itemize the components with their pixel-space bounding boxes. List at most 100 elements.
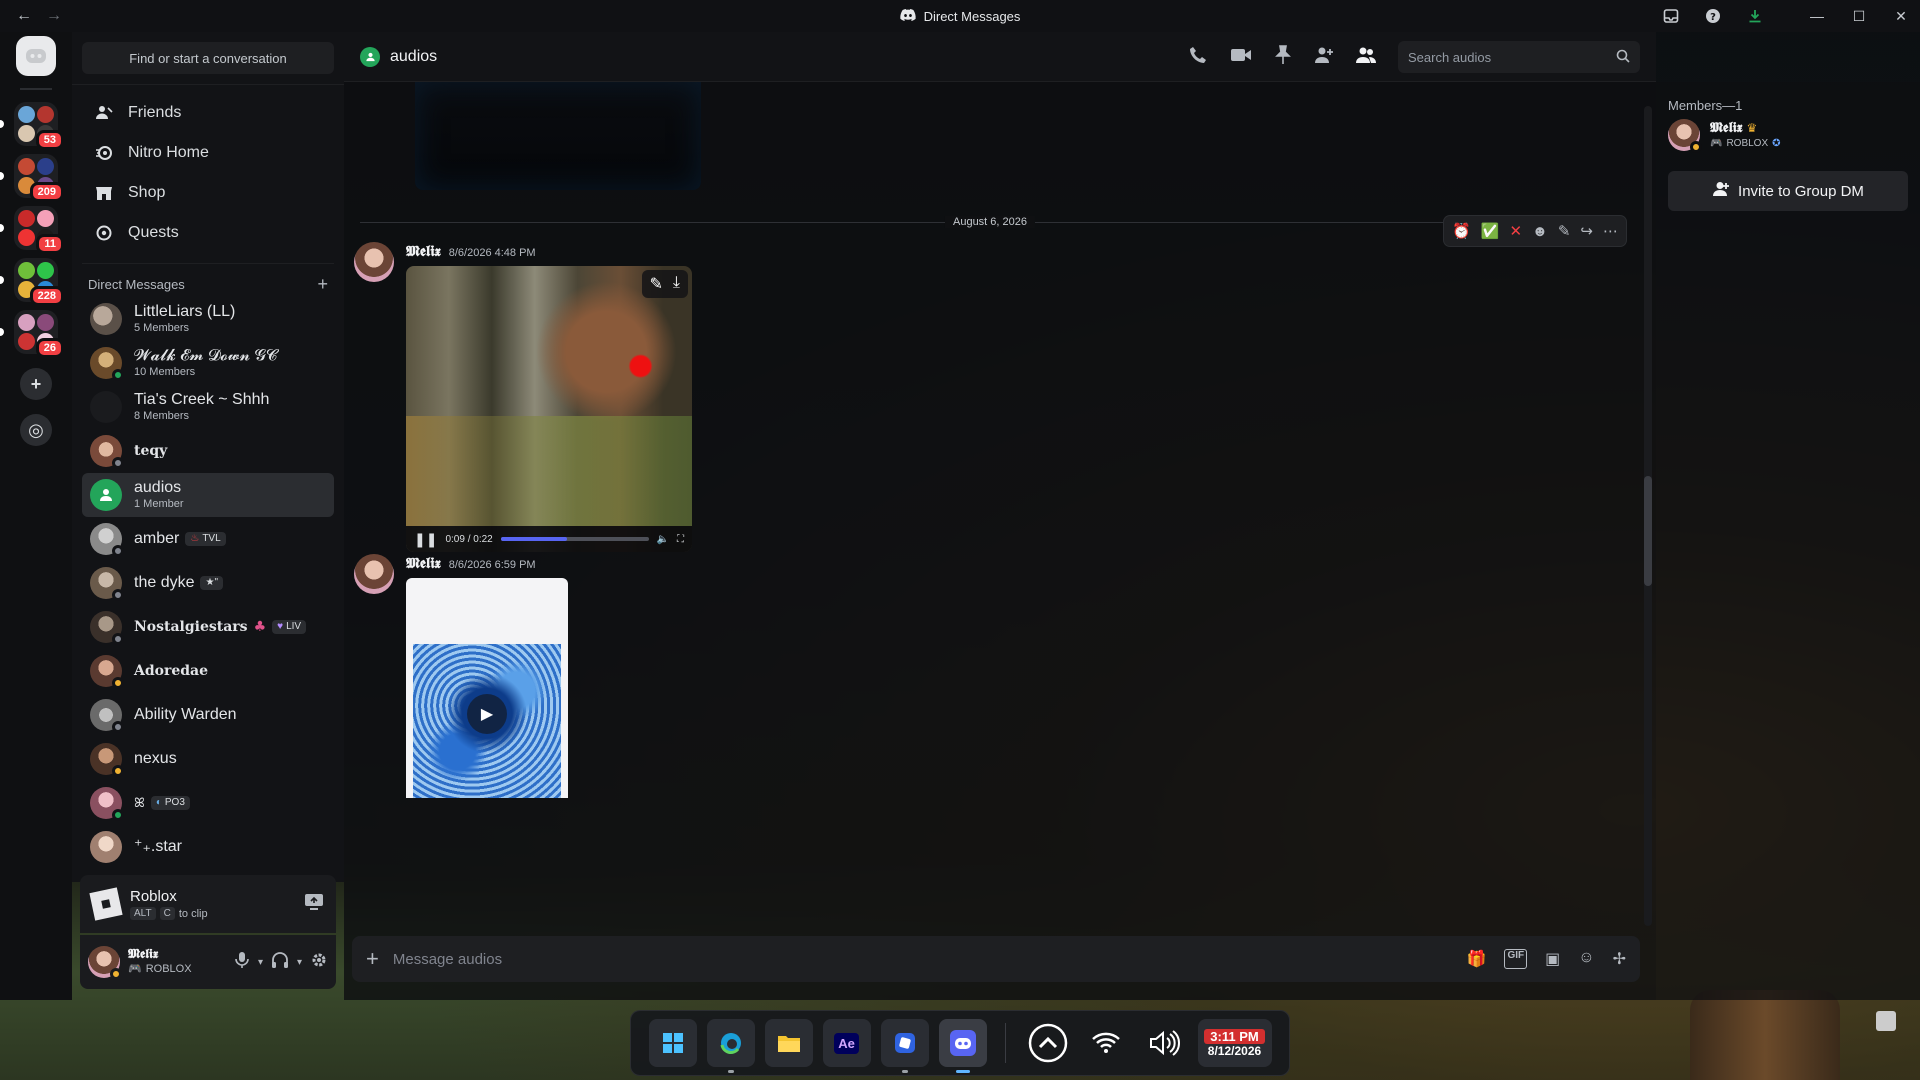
server-folder-5[interactable]: 26	[0, 310, 64, 358]
sticker-icon[interactable]: ▣	[1545, 949, 1560, 969]
cross-mark-icon[interactable]: ✕	[1509, 222, 1522, 240]
video-call-icon[interactable]	[1230, 46, 1252, 69]
find-conversation-button[interactable]: Find or start a conversation	[82, 42, 334, 74]
download-icon[interactable]	[1746, 7, 1764, 25]
chevron-down-icon[interactable]: ▾	[297, 957, 302, 968]
scrollbar-thumb[interactable]	[1644, 476, 1652, 586]
video-attachment[interactable]: ✎ ⤓ ❚❚ 0:09 / 0:22 🔈 ⛶	[406, 266, 692, 552]
microphone-icon[interactable]	[234, 951, 250, 974]
server-folder-2[interactable]: 209	[0, 154, 64, 202]
gear-icon[interactable]	[310, 951, 328, 974]
more-options-icon[interactable]: ⋯	[1603, 222, 1618, 240]
dm-item-nostalgiestars[interactable]: Nostalgiestars ♣ ♥ LIV	[82, 605, 334, 649]
channel-name[interactable]: audios	[390, 48, 437, 66]
author-name[interactable]: 𝕸𝖊𝖑𝖎𝖝	[406, 242, 441, 260]
search-input[interactable]: Search audios	[1398, 41, 1640, 73]
create-dm-button[interactable]: +	[317, 274, 334, 295]
show-desktop-button[interactable]	[1876, 1011, 1896, 1031]
discord-icon[interactable]	[938, 1019, 987, 1073]
pin-icon[interactable]	[1274, 44, 1292, 70]
dm-item-ability-warden[interactable]: Ability Warden	[82, 693, 334, 737]
dm-name: 𝓦𝓪𝓵𝓴 𝓔𝓶 𝓓𝓸𝔀𝓷 𝓖𝓒	[134, 347, 278, 365]
app-icon[interactable]	[880, 1019, 929, 1073]
member-list-icon[interactable]	[1356, 46, 1376, 69]
previous-attachment[interactable]	[415, 82, 701, 190]
attach-plus-icon[interactable]: +	[366, 946, 379, 972]
message-composer[interactable]: + Message audios 🎁 GIF ▣ ☺ ✢	[352, 936, 1640, 982]
svg-text:?: ?	[1710, 12, 1716, 23]
forward-icon[interactable]: ↪	[1580, 222, 1593, 240]
play-icon[interactable]: ▶	[467, 694, 507, 735]
add-server-button[interactable]: +	[20, 368, 52, 400]
volume-icon[interactable]	[1140, 1019, 1188, 1067]
dm-item-teqy[interactable]: teqy	[82, 429, 334, 473]
dm-item-the-dyke[interactable]: the dyke ★"	[82, 561, 334, 605]
server-folder-4[interactable]: 228	[0, 258, 64, 306]
nav-shop[interactable]: Shop	[82, 173, 334, 213]
volume-icon[interactable]: 🔈	[657, 534, 669, 545]
video-attachment[interactable]: ▶	[406, 578, 568, 798]
dm-item-audios[interactable]: audios 1 Member	[82, 473, 334, 517]
dm-item-po3[interactable]: ꕤ ◐ PO3	[82, 781, 334, 825]
system-clock[interactable]: 3:11 PM 8/12/2026	[1197, 1019, 1272, 1067]
add-reaction-icon[interactable]: ☻	[1532, 223, 1548, 240]
start-icon[interactable]	[648, 1019, 697, 1067]
check-mark-icon[interactable]: ✅	[1481, 222, 1500, 240]
server-folder-1[interactable]: 53	[0, 102, 64, 150]
dm-item-tias-creek[interactable]: Tia's Creek ~ Shhh 8 Members	[82, 385, 334, 429]
maximize-button[interactable]: ☐	[1850, 7, 1868, 25]
ae-label: Ae	[834, 1032, 859, 1054]
video-progress-bar[interactable]	[500, 537, 649, 541]
emoji-icon[interactable]: ☺	[1578, 949, 1594, 969]
download-attachment-icon[interactable]: ⤓	[673, 274, 680, 294]
chevron-up-icon[interactable]	[1024, 1019, 1072, 1067]
help-icon[interactable]: ?	[1704, 7, 1722, 25]
dm-member-count: 1 Member	[134, 497, 184, 510]
apps-icon[interactable]: ✢	[1613, 949, 1626, 969]
dm-item-walk-em-down[interactable]: 𝓦𝓪𝓵𝓴 𝓔𝓶 𝓓𝓸𝔀𝓷 𝓖𝓒 10 Members	[82, 341, 334, 385]
dm-item-star[interactable]: ⁺₊.star	[82, 825, 334, 869]
screen-share-icon[interactable]	[304, 893, 324, 916]
gift-icon[interactable]: 🎁	[1467, 949, 1487, 969]
invite-to-group-button[interactable]: Invite to Group DM	[1668, 171, 1908, 211]
dm-item-adoredae[interactable]: Adoredae	[82, 649, 334, 693]
minimize-button[interactable]: —	[1808, 7, 1826, 25]
home-button[interactable]	[16, 36, 56, 76]
chat-scrollbar[interactable]	[1644, 106, 1652, 926]
back-arrow-icon[interactable]: ←	[16, 7, 32, 25]
headphones-icon[interactable]	[271, 951, 289, 974]
fullscreen-icon[interactable]: ⛶	[677, 534, 684, 545]
after-effects-icon[interactable]: Ae	[822, 1019, 871, 1067]
message-input[interactable]: Message audios	[393, 951, 1453, 968]
author-name[interactable]: 𝕸𝖊𝖑𝖎𝖝	[406, 554, 441, 572]
discover-icon[interactable]: ◎	[20, 414, 52, 446]
edit-icon[interactable]: ✎	[1558, 222, 1571, 240]
nav-quests[interactable]: Quests	[82, 213, 334, 253]
nav-nitro-home[interactable]: Nitro Home	[82, 133, 334, 173]
server-folder-3[interactable]: 11	[0, 206, 64, 254]
edit-attachment-icon[interactable]: ✎	[650, 274, 663, 294]
dm-item-nexus[interactable]: nexus	[82, 737, 334, 781]
gif-icon[interactable]: GIF	[1504, 949, 1528, 969]
nav-friends[interactable]: Friends	[82, 93, 334, 133]
member-item[interactable]: 𝕸𝖊𝖑𝖎𝖝 ♛ 🎮 ROBLOX ✪	[1668, 119, 1908, 153]
voice-call-icon[interactable]	[1188, 45, 1208, 70]
dm-item-littleliars[interactable]: LittleLiars (LL) 5 Members	[82, 297, 334, 341]
chevron-down-icon[interactable]: ▾	[258, 957, 263, 968]
close-button[interactable]: ✕	[1892, 7, 1910, 25]
edge-icon[interactable]	[706, 1019, 755, 1073]
video-progress-fill	[500, 537, 568, 541]
alarm-clock-icon[interactable]: ⏰	[1452, 222, 1471, 240]
add-friend-icon[interactable]	[1314, 46, 1334, 69]
inbox-icon[interactable]	[1662, 7, 1680, 25]
dm-item-amber[interactable]: amber ♨ TVL	[82, 517, 334, 561]
author-avatar[interactable]	[354, 554, 394, 594]
member-avatar	[1668, 119, 1702, 153]
forward-arrow-icon[interactable]: →	[46, 7, 62, 25]
pause-icon[interactable]: ❚❚	[414, 531, 437, 548]
explorer-icon[interactable]	[764, 1019, 813, 1067]
author-avatar[interactable]	[354, 242, 394, 282]
wifi-icon[interactable]	[1082, 1019, 1130, 1067]
member-name-row: 𝕸𝖊𝖑𝖎𝖝 ♛	[1710, 120, 1781, 138]
user-avatar[interactable]	[88, 946, 122, 980]
